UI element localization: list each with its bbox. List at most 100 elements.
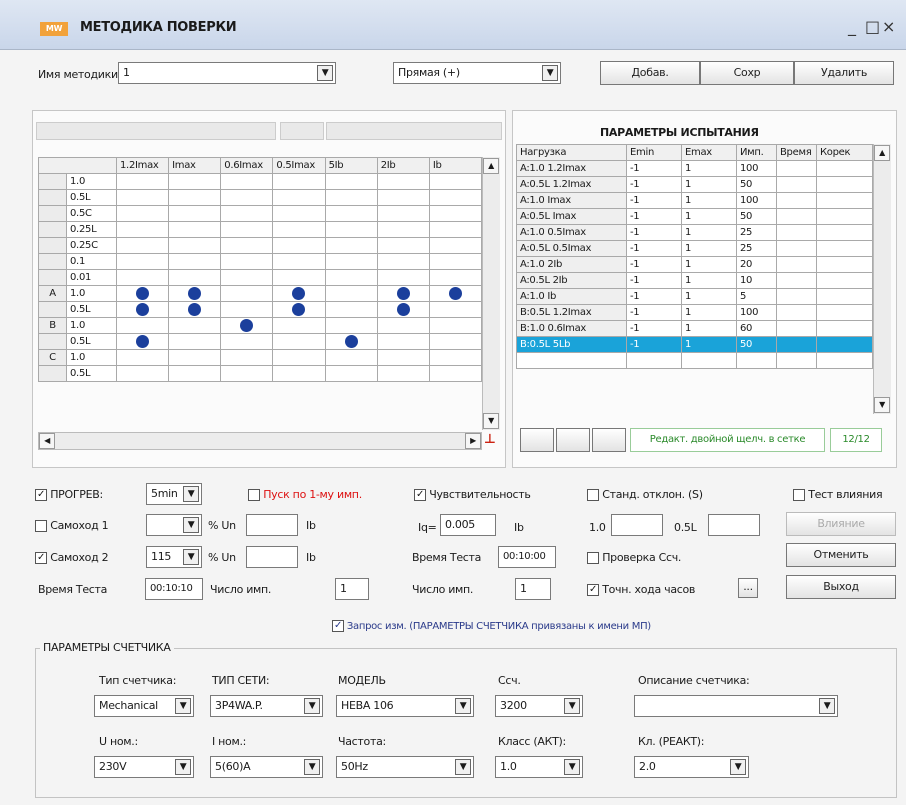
influence-test-checkbox[interactable]: Тест влияния [793, 488, 883, 501]
params-cell[interactable]: 50 [736, 336, 777, 353]
column-header[interactable]: Imax [168, 157, 222, 174]
params-row[interactable]: A:1.0 Ib -1 1 5 [516, 288, 873, 305]
grid-cell[interactable] [428, 285, 483, 302]
params-cell[interactable]: B:0.5L 1.2Imax [516, 304, 627, 321]
params-cell[interactable] [736, 352, 777, 369]
grid-cell[interactable] [220, 317, 274, 334]
grid-cell[interactable] [272, 269, 326, 286]
sens-pulses-input[interactable]: 1 [515, 578, 551, 600]
creep1-checkbox[interactable]: Самоход 1 [35, 519, 109, 532]
params-cell[interactable]: B:1.0 0.6Imax [516, 320, 627, 337]
grid-cell[interactable] [168, 285, 222, 302]
grid-row[interactable]: 0.5C [38, 205, 483, 222]
grid-cell[interactable] [428, 173, 483, 190]
grid-cell[interactable] [168, 237, 222, 254]
grid-cell[interactable] [115, 189, 170, 206]
params-cell[interactable]: A:1.0 Ib [516, 288, 627, 305]
grid-cell[interactable] [115, 205, 170, 222]
params-cell[interactable]: -1 [626, 336, 682, 353]
grid-cell[interactable] [272, 333, 326, 350]
params-cell[interactable]: 100 [736, 192, 777, 209]
grid-cell[interactable] [220, 205, 274, 222]
params-cell[interactable] [816, 208, 873, 225]
grid-cell[interactable] [376, 365, 430, 382]
column-header[interactable]: 1.2Imax [115, 157, 170, 174]
params-cell[interactable]: 5 [736, 288, 777, 305]
nav-button[interactable] [556, 428, 590, 452]
delete-button[interactable]: Удалить [794, 61, 894, 85]
grid-cell[interactable] [428, 333, 483, 350]
meter-desc-select[interactable]: ▼ [634, 695, 838, 717]
meter-type-select[interactable]: Mechanical ▼ [94, 695, 194, 717]
params-cell[interactable]: 1 [681, 288, 737, 305]
params-cell[interactable] [816, 272, 873, 289]
grid-cell[interactable] [272, 221, 326, 238]
grid-cell[interactable] [324, 349, 378, 366]
grid-cell[interactable] [168, 317, 222, 334]
params-cell[interactable]: A:1.0 2Ib [516, 256, 627, 273]
params-cell[interactable] [816, 224, 873, 241]
scroll-down-icon[interactable]: ▼ [483, 413, 499, 429]
params-cell[interactable]: 1 [681, 240, 737, 257]
params-cell[interactable] [776, 288, 817, 305]
params-cell[interactable]: A:0.5L 1.2Imax [516, 176, 627, 193]
params-cell[interactable] [776, 256, 817, 273]
params-cell[interactable] [816, 256, 873, 273]
creep2-checkbox[interactable]: ✓ Самоход 2 [35, 551, 109, 564]
grid-cell[interactable] [220, 301, 274, 318]
params-cell[interactable]: 60 [736, 320, 777, 337]
grid-row[interactable]: 0.5L [38, 333, 483, 350]
grid-cell[interactable] [115, 253, 170, 270]
scroll-right-icon[interactable]: ▶ [465, 433, 481, 449]
grid-cell[interactable] [115, 317, 170, 334]
minimize-button[interactable]: _ [848, 17, 856, 36]
grid-cell[interactable] [115, 365, 170, 382]
params-cell[interactable]: -1 [626, 224, 682, 241]
column-header[interactable]: 5Ib [324, 157, 378, 174]
params-cell[interactable]: 20 [736, 256, 777, 273]
grid-cell[interactable] [324, 269, 378, 286]
grid-cell[interactable] [220, 349, 274, 366]
grid-cell[interactable] [220, 173, 274, 190]
params-cell[interactable] [776, 160, 817, 177]
params-cell[interactable]: -1 [626, 176, 682, 193]
scroll-left-icon[interactable]: ◀ [39, 433, 55, 449]
params-cell[interactable] [776, 304, 817, 321]
grid-row[interactable]: 0.1 [38, 253, 483, 270]
nav-button[interactable] [592, 428, 626, 452]
params-row[interactable]: A:1.0 2Ib -1 1 20 [516, 256, 873, 273]
params-cell[interactable] [776, 208, 817, 225]
grid-cell[interactable] [220, 221, 274, 238]
column-header[interactable]: Ib [428, 157, 483, 174]
column-header[interactable]: 0.6Imax [220, 157, 274, 174]
creep1-un-input[interactable] [246, 514, 298, 536]
params-cell[interactable] [776, 272, 817, 289]
close-button[interactable]: × [882, 17, 895, 36]
grid-cell[interactable] [272, 285, 326, 302]
params-cell[interactable]: A:0.5L 0.5Imax [516, 240, 627, 257]
grid-cell[interactable] [272, 205, 326, 222]
request-checkbox[interactable]: ✓ Запрос изм. (ПАРАМЕТРЫ СЧЕТЧИКА привяз… [332, 620, 651, 632]
grid-cell[interactable] [376, 173, 430, 190]
grid-cell[interactable] [376, 205, 430, 222]
grid-cell[interactable] [428, 365, 483, 382]
grid-cell[interactable] [168, 189, 222, 206]
grid-cell[interactable] [168, 333, 222, 350]
grid-cell[interactable] [272, 349, 326, 366]
grid-cell[interactable] [272, 365, 326, 382]
grid-cell[interactable] [376, 221, 430, 238]
params-cell[interactable]: A:1.0 Imax [516, 192, 627, 209]
grid-cell[interactable] [115, 285, 170, 302]
grid-cell[interactable] [168, 349, 222, 366]
cancel-button[interactable]: Отменить [786, 543, 896, 567]
params-cell[interactable]: B:0.5L 5Lb [516, 336, 627, 353]
params-cell[interactable]: 100 [736, 304, 777, 321]
creep1-select[interactable]: ▼ [146, 514, 202, 536]
params-row[interactable]: A:1.0 0.5Imax -1 1 25 [516, 224, 873, 241]
grid-cell[interactable] [324, 237, 378, 254]
params-cell[interactable]: 1 [681, 160, 737, 177]
creep2-un-input[interactable] [246, 546, 298, 568]
nav-button[interactable] [520, 428, 554, 452]
check-const-checkbox[interactable]: Проверка Ссч. [587, 551, 681, 564]
params-cell[interactable]: -1 [626, 272, 682, 289]
